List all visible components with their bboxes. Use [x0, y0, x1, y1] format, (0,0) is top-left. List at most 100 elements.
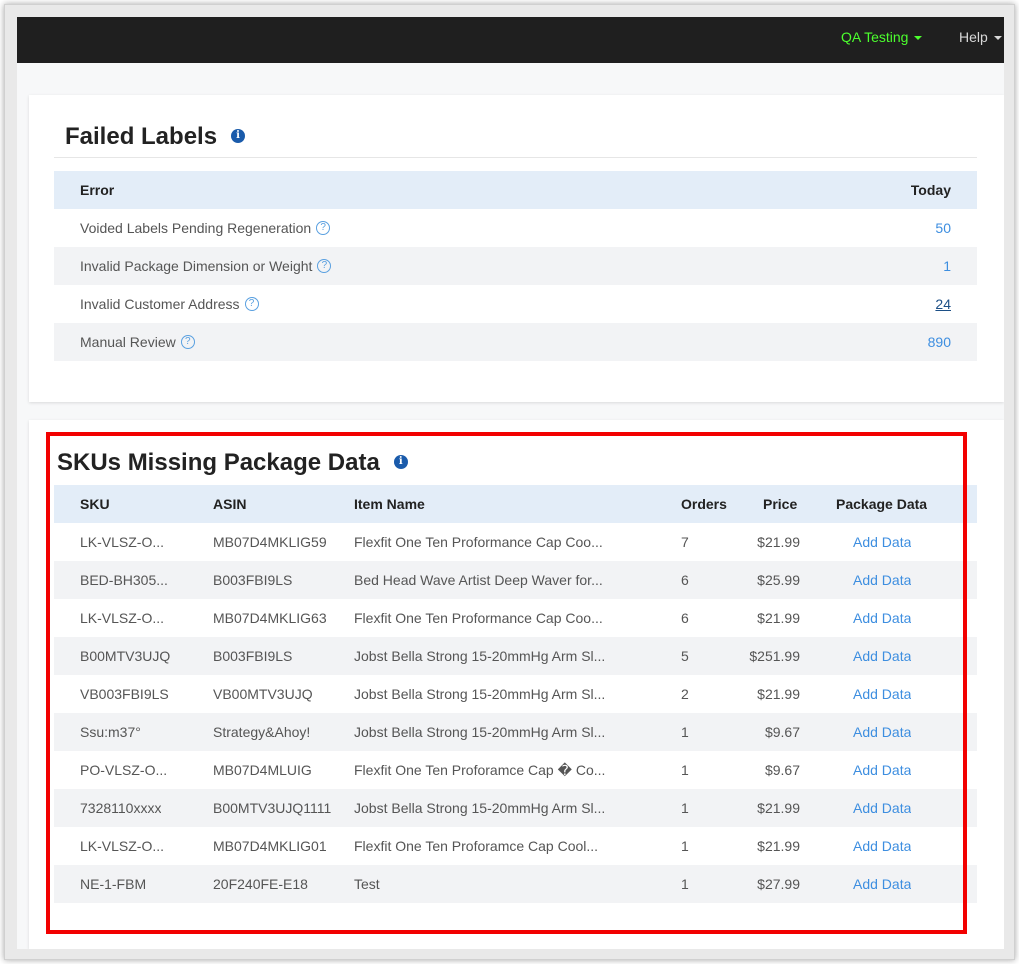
help-circle-icon[interactable]: ?: [180, 335, 195, 350]
orders-cell: 1: [681, 724, 689, 740]
error-label: Voided Labels Pending Regeneration: [80, 220, 312, 236]
table-header-row: Error Today: [54, 171, 977, 209]
table-row: Ssu:m37° Strategy&Ahoy! Jobst Bella Strong…: [54, 713, 977, 751]
add-data-link[interactable]: Add Data: [853, 713, 911, 751]
add-data-link[interactable]: Add Data: [853, 789, 911, 827]
price-cell: $27.99: [757, 876, 800, 892]
help-circle-icon[interactable]: ?: [317, 259, 332, 274]
add-data-link[interactable]: Add Data: [853, 751, 911, 789]
error-label: Invalid Customer Address: [80, 296, 240, 312]
item-name-cell: Test: [354, 876, 380, 892]
account-menu[interactable]: QA Testing: [841, 29, 923, 45]
price-cell: $25.99: [757, 572, 800, 588]
caret-down-icon: [914, 36, 923, 41]
table-row: 7328110xxxx B00MTV3UJQ1111 Jobst Bella Str…: [54, 789, 977, 827]
sku-cell: Ssu:m37°: [80, 724, 141, 740]
info-icon[interactable]: i: [393, 454, 408, 469]
asin-cell: MB07D4MKLIG63: [213, 610, 327, 626]
orders-cell: 1: [681, 876, 689, 892]
count-link[interactable]: 890: [928, 323, 951, 361]
sku-cell: 7328110xxxx: [80, 800, 162, 816]
price-cell: $9.67: [764, 724, 800, 740]
table-row: BED-BH305... B003FBI9LS Bed Head Wave Arti…: [54, 561, 977, 599]
top-navbar: QA Testing Help: [17, 17, 1004, 63]
item-name-cell: Flexfit One Ten Proforamce Cap � Co...: [354, 762, 606, 778]
table-row: B00MTV3UJQ B003FBI9LS Jobst Bella Strong 1…: [54, 637, 977, 675]
failed-labels-table: Error Today Voided Labels Pending Regene…: [54, 171, 977, 361]
table-row: PO-VLSZ-O... MB07D4MLUIG Flexfit One Ten P…: [54, 751, 977, 789]
table-row: Invalid Package Dimension or Weight? 1: [54, 247, 977, 285]
header-package-data: Package Data: [836, 496, 928, 512]
sku-cell: BED-BH305...: [80, 572, 168, 588]
asin-cell: MB07D4MLUIG: [213, 762, 312, 778]
error-cell: Invalid Customer Address?: [80, 285, 259, 323]
help-circle-icon[interactable]: ?: [244, 297, 259, 312]
header-error: Error: [80, 182, 115, 198]
help-menu-label: Help: [959, 29, 988, 45]
error-cell: Manual Review?: [80, 323, 195, 361]
sku-cell: B00MTV3UJQ: [80, 648, 171, 664]
item-name-cell: Flexfit One Ten Proforamce Cap Cool...: [354, 838, 599, 854]
sku-cell: LK-VLSZ-O...: [80, 610, 165, 626]
header-today: Today: [910, 182, 951, 198]
orders-cell: 6: [681, 572, 689, 588]
asin-cell: MB07D4MKLIG01: [213, 838, 327, 854]
item-name-cell: Jobst Bella Strong 15-20mmHg Arm Sl...: [354, 686, 606, 702]
table-row: LK-VLSZ-O... MB07D4MKLIG59 Flexfit One Ten…: [54, 523, 977, 561]
table-row: LK-VLSZ-O... MB07D4MKLIG01 Flexfit One Ten…: [54, 827, 977, 865]
item-name-cell: Bed Head Wave Artist Deep Waver for...: [354, 572, 603, 588]
title-divider: [54, 157, 977, 158]
item-name-cell: Jobst Bella Strong 15-20mmHg Arm Sl...: [354, 724, 606, 740]
asin-cell: Strategy&Ahoy!: [213, 724, 311, 740]
table-row: LK-VLSZ-O... MB07D4MKLIG63 Flexfit One Ten…: [54, 599, 977, 637]
add-data-link[interactable]: Add Data: [853, 523, 911, 561]
asin-cell: B003FBI9LS: [213, 572, 293, 588]
sku-rows: LK-VLSZ-O... MB07D4MKLIG59 Flexfit One Ten…: [54, 523, 977, 903]
table-row: Invalid Customer Address? 24: [54, 285, 977, 323]
error-cell: Invalid Package Dimension or Weight?: [80, 247, 332, 285]
price-cell: $21.99: [757, 800, 800, 816]
orders-cell: 1: [681, 762, 689, 778]
error-cell: Voided Labels Pending Regeneration?: [80, 209, 331, 247]
sku-cell: PO-VLSZ-O...: [80, 762, 168, 778]
app-screen: QA Testing Help Failed Labels i Error Tod…: [17, 17, 1004, 949]
header-price: Price: [763, 496, 798, 512]
skus-missing-title: SKUs Missing Package Data i: [57, 449, 408, 477]
caret-down-icon: [993, 36, 1002, 41]
sku-cell: LK-VLSZ-O...: [80, 838, 165, 854]
add-data-link[interactable]: Add Data: [853, 637, 911, 675]
header-asin: ASIN: [213, 496, 247, 512]
account-menu-label: QA Testing: [841, 29, 909, 45]
sku-cell: VB003FBI9LS: [80, 686, 169, 702]
add-data-link[interactable]: Add Data: [853, 827, 911, 865]
orders-cell: 1: [681, 800, 689, 816]
screenshot-frame: QA Testing Help Failed Labels i Error Tod…: [4, 4, 1015, 960]
info-icon[interactable]: i: [231, 128, 246, 143]
header-item-name: Item Name: [354, 496, 425, 512]
error-label: Invalid Package Dimension or Weight: [80, 258, 313, 274]
sku-cell: NE-1-FBM: [80, 876, 147, 892]
add-data-link[interactable]: Add Data: [853, 599, 911, 637]
count-link[interactable]: 1: [943, 247, 951, 285]
help-circle-icon[interactable]: ?: [316, 221, 331, 236]
add-data-link[interactable]: Add Data: [853, 865, 911, 903]
add-data-link[interactable]: Add Data: [853, 561, 911, 599]
skus-missing-title-text: SKUs Missing Package Data: [57, 449, 380, 476]
table-row: Manual Review? 890: [54, 323, 977, 361]
table-header-row: SKU ASIN Item Name Orders Price Package …: [54, 485, 977, 523]
error-label: Manual Review: [80, 334, 176, 350]
failed-labels-title-text: Failed Labels: [65, 123, 218, 150]
count-link[interactable]: 50: [935, 209, 951, 247]
price-cell: $21.99: [757, 838, 800, 854]
count-link[interactable]: 24: [935, 285, 951, 323]
asin-cell: B00MTV3UJQ1111: [213, 800, 332, 816]
item-name-cell: Flexfit One Ten Proformance Cap Coo...: [354, 534, 603, 550]
table-row: Voided Labels Pending Regeneration? 50: [54, 209, 977, 247]
add-data-link[interactable]: Add Data: [853, 675, 911, 713]
orders-cell: 1: [681, 838, 689, 854]
help-menu[interactable]: Help: [959, 29, 1002, 45]
orders-cell: 5: [681, 648, 689, 664]
price-cell: $251.99: [749, 648, 800, 664]
item-name-cell: Jobst Bella Strong 15-20mmHg Arm Sl...: [354, 800, 606, 816]
asin-cell: 20F240FE-E18: [213, 876, 308, 892]
